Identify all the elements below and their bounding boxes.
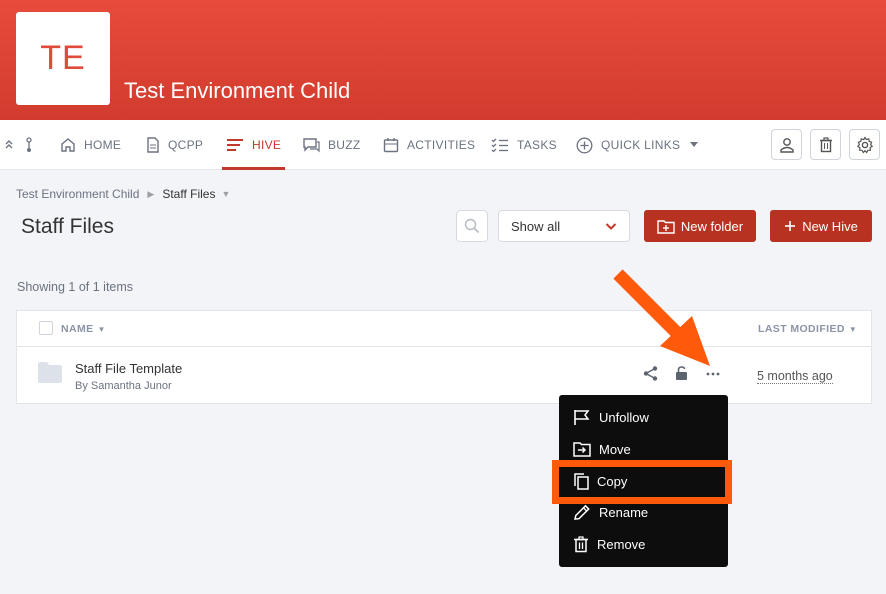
chat-icon xyxy=(303,138,320,153)
nav-item-home[interactable]: HOME xyxy=(60,120,121,170)
document-icon xyxy=(147,137,159,153)
search-icon xyxy=(464,218,480,234)
new-hive-label: New Hive xyxy=(802,218,858,234)
breadcrumb-current[interactable]: Staff Files xyxy=(162,187,215,201)
file-name[interactable]: Staff File Template xyxy=(75,361,182,376)
menu-item-remove[interactable]: Remove xyxy=(573,532,645,556)
nav-tree-icon[interactable] xyxy=(24,120,42,170)
annotation-arrow-icon xyxy=(613,269,710,366)
chevron-down-icon xyxy=(605,223,617,230)
settings-button[interactable] xyxy=(849,129,880,160)
nav-item-tasks[interactable]: TASKS xyxy=(491,120,557,170)
hive-lines-icon xyxy=(227,139,243,151)
last-modified: 5 months ago xyxy=(757,369,833,384)
site-header: TE Test Environment Child xyxy=(0,0,886,120)
nav-label: ACTIVITIES xyxy=(407,138,476,152)
logo-text: TE xyxy=(40,39,86,77)
flag-icon xyxy=(574,409,590,425)
nav-item-hive[interactable]: HIVE xyxy=(221,120,286,170)
filter-select[interactable]: Show all xyxy=(498,210,630,242)
column-header-label: NAME xyxy=(61,323,94,335)
new-folder-button[interactable]: New folder xyxy=(644,210,756,242)
files-table: NAME ▼ LAST MODIFIED ▼ Staff File Template… xyxy=(16,310,872,404)
folder-icon xyxy=(38,362,62,383)
plus-icon xyxy=(785,221,796,231)
user-button[interactable] xyxy=(771,129,802,160)
calendar-icon xyxy=(383,138,399,153)
nav-item-qcpp[interactable]: QCPP xyxy=(146,120,203,170)
column-header-name[interactable]: NAME ▼ xyxy=(61,323,106,335)
breadcrumb: Test Environment Child ▶ Staff Files ▼ xyxy=(16,187,230,201)
menu-item-label: Move xyxy=(599,441,631,457)
breadcrumb-caret-icon[interactable]: ▼ xyxy=(221,189,230,199)
breadcrumb-separator-icon: ▶ xyxy=(147,188,155,199)
page-title: Staff Files xyxy=(21,215,114,238)
site-logo[interactable]: TE xyxy=(16,12,110,105)
nav-label: QCPP xyxy=(168,138,204,152)
trash-icon xyxy=(574,535,588,552)
sort-caret-icon: ▼ xyxy=(97,325,106,334)
gear-icon xyxy=(856,135,873,154)
nav-label: BUZZ xyxy=(328,138,361,152)
menu-item-label: Rename xyxy=(599,504,649,520)
more-options-icon[interactable] xyxy=(706,372,720,376)
breadcrumb-parent[interactable]: Test Environment Child xyxy=(16,187,139,201)
chevron-down-icon xyxy=(690,142,699,147)
select-all-checkbox[interactable] xyxy=(39,321,53,335)
site-title[interactable]: Test Environment Child xyxy=(124,78,350,104)
nav-label: HOME xyxy=(84,138,122,152)
search-button[interactable] xyxy=(456,210,488,242)
file-author: By Samantha Junor xyxy=(75,380,172,392)
home-icon xyxy=(61,138,75,152)
folder-plus-icon xyxy=(657,219,675,234)
item-count: Showing 1 of 1 items xyxy=(17,280,134,294)
nav-collapse-icon[interactable] xyxy=(4,120,22,170)
trash-button[interactable] xyxy=(810,129,841,160)
sort-caret-icon: ▼ xyxy=(848,325,858,334)
nav-label: HIVE xyxy=(252,138,282,152)
table-header: NAME ▼ LAST MODIFIED ▼ xyxy=(17,311,871,347)
nav-item-buzz[interactable]: BUZZ xyxy=(302,120,361,170)
menu-item-label: Remove xyxy=(597,536,646,552)
column-header-last-modified[interactable]: LAST MODIFIED ▼ xyxy=(758,323,857,335)
menu-item-unfollow[interactable]: Unfollow xyxy=(573,405,649,429)
nav-item-activities[interactable]: ACTIVITIES xyxy=(383,120,475,170)
checklist-icon xyxy=(491,138,508,153)
main-nav: HOME QCPP HIVE BUZZ ACTIVITIES TASKS QUI… xyxy=(0,120,886,170)
column-header-label: LAST MODIFIED xyxy=(758,323,845,335)
new-hive-button[interactable]: New Hive xyxy=(770,210,872,242)
menu-item-move[interactable]: Move xyxy=(573,437,631,461)
new-folder-label: New folder xyxy=(680,218,744,234)
pencil-icon xyxy=(574,504,590,520)
nav-item-quick-links[interactable]: QUICK LINKS xyxy=(576,120,706,170)
move-folder-icon xyxy=(573,442,591,457)
trash-icon xyxy=(819,136,832,152)
filter-select-value: Show all xyxy=(511,218,561,234)
plus-circle-icon xyxy=(576,137,593,153)
nav-label: TASKS xyxy=(517,138,557,152)
nav-label: QUICK LINKS xyxy=(601,138,681,152)
user-icon xyxy=(779,137,794,153)
menu-item-label: Unfollow xyxy=(599,409,649,425)
copy-highlight-box xyxy=(552,460,732,504)
